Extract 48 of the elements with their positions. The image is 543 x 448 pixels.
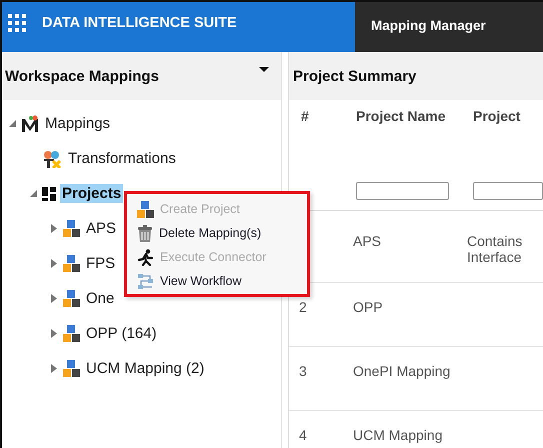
menu-item[interactable]: View Workflow [137, 269, 307, 293]
blocks-icon [63, 360, 80, 377]
blocks-icon [137, 200, 154, 218]
blocks-icon [63, 290, 80, 307]
app-title: DATA INTELLIGENCE SUITE [42, 15, 237, 31]
table-cell: 4 [299, 427, 307, 443]
table-cell: APS [353, 233, 382, 249]
dropdown-caret-icon[interactable] [259, 66, 269, 72]
expand-arrow-icon[interactable] [51, 294, 57, 303]
tree-item[interactable]: UCM Mapping (2) [84, 359, 206, 378]
tree-item[interactable]: Projects [60, 184, 124, 203]
table-cell: 3 [299, 363, 307, 379]
tree-item[interactable]: OPP (164) [84, 324, 159, 343]
blocks-icon [63, 255, 80, 272]
app-grid-icon[interactable] [8, 14, 26, 32]
table-cell: 2 [299, 299, 307, 315]
column-header: Project [473, 108, 522, 124]
table-cell: Contains Interface [467, 233, 522, 265]
filter-field[interactable] [356, 182, 449, 200]
expand-arrow-icon[interactable] [51, 224, 57, 233]
table-cell: OPP [353, 299, 383, 315]
menu-item[interactable]: Delete Mapping(s) [137, 221, 307, 245]
panel-title: Workspace Mappings [5, 68, 159, 84]
column-header: Project Name [356, 108, 446, 124]
blocks-icon [63, 220, 80, 237]
table-cell: OnePI Mapping [353, 363, 450, 379]
running-figure-icon [137, 248, 154, 266]
blocks-icon [63, 325, 80, 342]
table-cell: UCM Mapping [353, 427, 442, 443]
tree-item[interactable]: Transformations [66, 149, 178, 168]
transform-icon [42, 150, 62, 168]
workflow-icon [137, 272, 154, 290]
filter-field[interactable] [473, 182, 543, 200]
collapse-arrow-icon[interactable] [30, 190, 36, 197]
collapse-arrow-icon[interactable] [8, 120, 16, 127]
tree-item[interactable]: APS [84, 219, 118, 238]
column-header: # [301, 108, 310, 124]
expand-arrow-icon[interactable] [51, 259, 57, 268]
trash-icon [137, 224, 153, 242]
tree-item[interactable]: One [84, 289, 116, 308]
mapping-manager-tab[interactable]: Mapping Manager [371, 18, 486, 32]
grid-icon [42, 186, 56, 200]
expand-arrow-icon[interactable] [51, 329, 57, 338]
expand-arrow-icon[interactable] [51, 364, 57, 373]
panel-title: Project Summary [293, 68, 416, 84]
tree-item[interactable]: Mappings [43, 114, 112, 133]
tree-item[interactable]: FPS [84, 254, 118, 273]
mappings-logo-icon [21, 114, 39, 132]
